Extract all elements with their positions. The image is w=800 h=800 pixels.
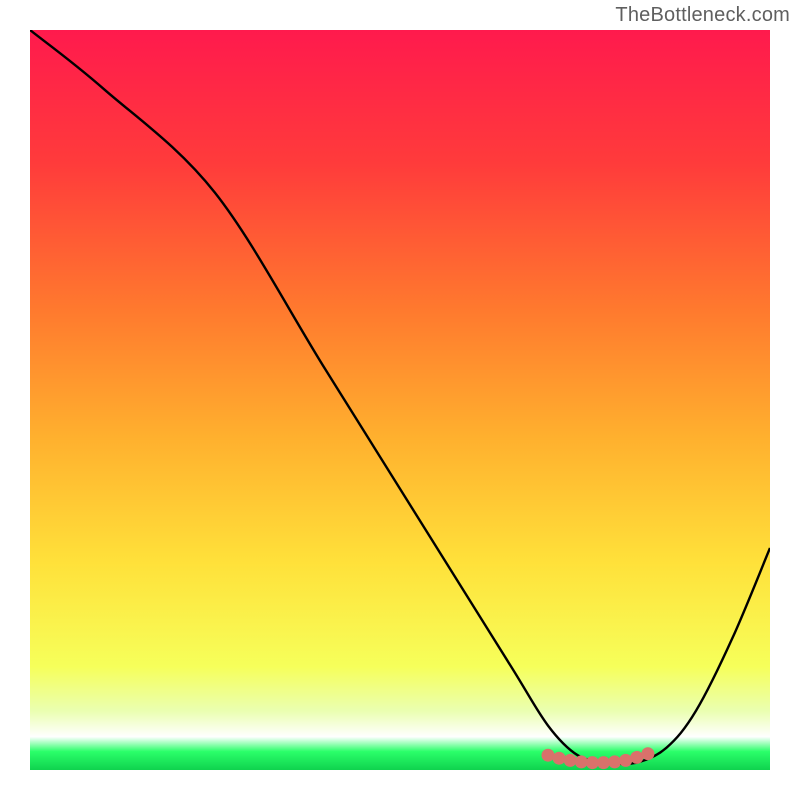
marker-dot xyxy=(586,756,599,769)
plot-area xyxy=(30,30,770,770)
marker-dot xyxy=(641,747,654,760)
chart-overlay xyxy=(30,30,770,770)
marker-dot xyxy=(630,751,643,764)
marker-cluster xyxy=(542,747,655,769)
marker-dot xyxy=(597,756,610,769)
marker-dot xyxy=(619,754,632,767)
marker-dot xyxy=(608,755,621,768)
marker-dot xyxy=(553,752,566,765)
bottleneck-curve xyxy=(30,30,770,764)
marker-dot xyxy=(575,755,588,768)
watermark-text: TheBottleneck.com xyxy=(615,4,790,27)
marker-dot xyxy=(564,754,577,767)
marker-dot xyxy=(542,749,555,762)
chart-container: TheBottleneck.com xyxy=(0,0,800,800)
